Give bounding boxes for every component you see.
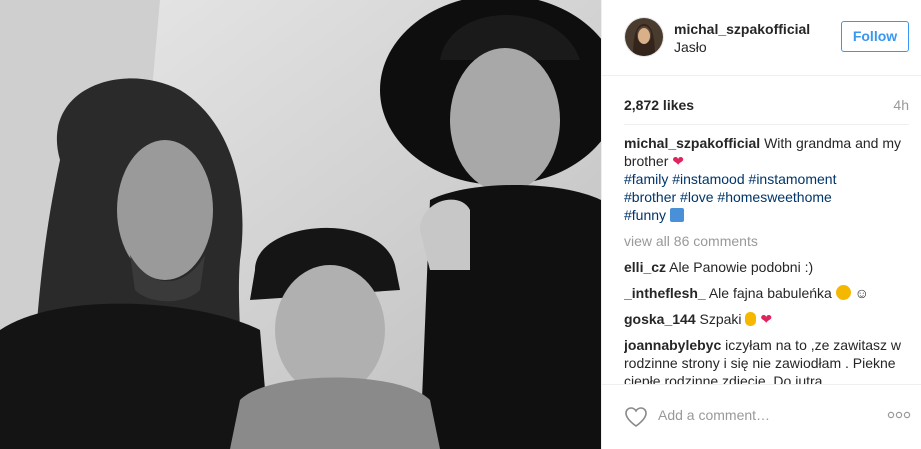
ok-hand-emoji-icon xyxy=(745,312,757,326)
comment-username[interactable]: _intheflesh_ xyxy=(624,285,706,301)
hashtag-love[interactable]: #love xyxy=(680,189,713,205)
comment-item: _intheflesh_ Ale fajna babuleńka ☺ xyxy=(624,284,909,302)
post-time[interactable]: 4h xyxy=(893,97,909,113)
post-footer: Add a comment… xyxy=(602,384,921,449)
hashtag-brother[interactable]: #brother xyxy=(624,189,676,205)
comment-text: Ale fajna babuleńka xyxy=(708,285,832,301)
post-photo[interactable] xyxy=(0,0,601,449)
comment-item: joannabylebyc iczyłam na to ,ze zawitasz… xyxy=(624,336,909,384)
comment-item: elli_cz Ale Panowie podobni :) xyxy=(624,258,909,276)
post-username[interactable]: michal_szpakofficial xyxy=(674,21,810,37)
post-side-panel: michal_szpakofficial Jasło Follow 2,872 … xyxy=(601,0,921,449)
avatar-image xyxy=(625,18,663,56)
hashtag-family[interactable]: #family xyxy=(624,171,668,187)
smiling-face-emoji-icon: ☺ xyxy=(854,285,869,301)
comment-text: Szpaki xyxy=(699,311,742,327)
like-heart-icon[interactable] xyxy=(624,405,648,429)
comment-item: goska_144 Szpaki ❤ xyxy=(624,310,909,328)
avatar[interactable] xyxy=(624,17,664,57)
hashtag-instamood[interactable]: #instamood xyxy=(672,171,744,187)
heart-emoji-icon: ❤ xyxy=(760,311,773,327)
caption: michal_szpakofficial With grandma and my… xyxy=(624,134,909,224)
comments-list: michal_szpakofficial With grandma and my… xyxy=(624,134,909,384)
heart-emoji-icon: ❤ xyxy=(672,153,684,169)
ok-hand-emoji-icon xyxy=(669,208,684,222)
hashtag-instamoment[interactable]: #instamoment xyxy=(749,171,837,187)
more-options-icon[interactable] xyxy=(887,411,911,419)
comment-username[interactable]: elli_cz xyxy=(624,259,666,275)
likes-count[interactable]: 2,872 likes xyxy=(624,97,694,113)
hashtag-homesweethome[interactable]: #homesweethome xyxy=(717,189,831,205)
caption-username[interactable]: michal_szpakofficial xyxy=(624,135,760,151)
divider xyxy=(624,124,909,125)
post-location[interactable]: Jasło xyxy=(674,39,707,55)
comment-username[interactable]: goska_144 xyxy=(624,311,696,327)
add-comment-input[interactable]: Add a comment… xyxy=(658,407,770,423)
comment-username[interactable]: joannabylebyc xyxy=(624,337,721,353)
hashtag-funny[interactable]: #funny xyxy=(624,207,666,223)
comment-text: Ale Panowie podobni :) xyxy=(669,259,814,275)
post-photo-image xyxy=(0,0,601,449)
view-all-comments-link[interactable]: view all 86 comments xyxy=(624,232,909,250)
smiley-emoji-icon xyxy=(835,285,851,300)
post-header: michal_szpakofficial Jasło Follow xyxy=(602,0,921,76)
follow-button[interactable]: Follow xyxy=(841,21,909,52)
